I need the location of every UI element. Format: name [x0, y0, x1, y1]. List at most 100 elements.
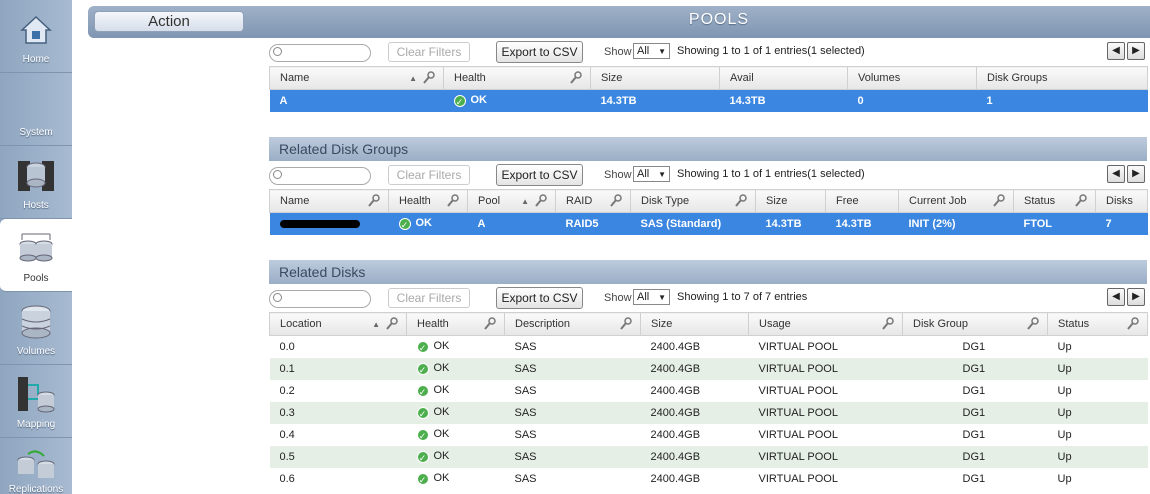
dg-search-input[interactable] [269, 167, 371, 185]
cell-description: SAS [504, 357, 641, 380]
table-row[interactable]: 0.4 ✓ OK SAS 2400.4GB VIRTUAL POOL DG1 Up [270, 424, 1148, 446]
nav-system[interactable]: System [0, 73, 72, 146]
pools-icon [16, 229, 56, 269]
cell-size: 2400.4GB [650, 472, 701, 485]
disks-export-csv-button[interactable]: Export to CSV [496, 287, 583, 309]
col-header-disk-group[interactable]: Disk Group [902, 312, 1048, 336]
dg-clear-filters-button[interactable]: Clear Filters [388, 165, 470, 185]
search-icon [273, 47, 282, 56]
next-page-icon[interactable]: ▶ [1127, 288, 1145, 306]
pools-search-input[interactable] [269, 44, 371, 62]
cell-health: ✓ OK [407, 424, 505, 446]
dg-show-select[interactable]: All [633, 166, 670, 182]
col-header-name[interactable]: Name [269, 189, 389, 213]
cell-status: Up [1057, 428, 1072, 441]
col-header-disks[interactable]: Disks [1095, 189, 1148, 213]
col-header-disk-type[interactable]: Disk Type [630, 189, 756, 213]
cell-disk-group: DG1 [902, 357, 1048, 380]
table-row[interactable]: 0.3 ✓ OK SAS 2400.4GB VIRTUAL POOL DG1 Up [269, 401, 1148, 424]
disks-table-body: 0.0 ✓ OK SAS 2400.4GB VIRTUAL POOL DG1 Up 0.1 ✓ OK… [269, 336, 1148, 490]
col-header-size[interactable]: Size [640, 312, 749, 336]
disks-search-input[interactable] [269, 290, 371, 308]
prev-page-icon[interactable]: ◀ [1107, 165, 1125, 183]
dg-toolbar: Clear Filters Export to CSV Show All Sho… [269, 161, 1147, 189]
cell-location: 0.6 [279, 472, 295, 485]
col-header-raid[interactable]: RAID [555, 189, 631, 213]
show-label: Show [604, 46, 632, 58]
cell-disk-group: DG1 [962, 472, 986, 485]
table-row[interactable]: ✓ OK A RAID5 SAS (Standard) 14.3TB 14.3TB… [269, 212, 1148, 235]
next-page-icon[interactable]: ▶ [1127, 165, 1145, 183]
cell-health: ✓ OK [407, 380, 505, 402]
pools-entries-info: Showing 1 to 1 of 1 entries(1 selected) [677, 45, 865, 57]
dg-export-csv-button[interactable]: Export to CSV [496, 164, 583, 186]
disks-clear-filters-button[interactable]: Clear Filters [388, 288, 470, 308]
col-header-description[interactable]: Description [504, 312, 641, 336]
col-header-health[interactable]: Health [443, 66, 591, 90]
col-header-size[interactable]: Size [590, 66, 720, 90]
cell-disks: 7 [1095, 212, 1148, 235]
home-icon [16, 10, 56, 50]
nav-mapping[interactable]: Mapping [0, 365, 72, 438]
cell-location: 0.5 [269, 445, 407, 468]
cell-disk-groups: 1 [976, 89, 1148, 112]
pools-show-select[interactable]: All [633, 43, 670, 59]
pools-clear-filters-button[interactable]: Clear Filters [388, 42, 470, 62]
table-row[interactable]: 0.1 ✓ OK SAS 2400.4GB VIRTUAL POOL DG1 Up [269, 357, 1148, 380]
cell-health: ✓ OK [407, 336, 505, 358]
col-header-name[interactable]: Name ▲ [269, 66, 444, 90]
cell-status: Up [1047, 357, 1148, 380]
col-header-usage[interactable]: Usage [748, 312, 903, 336]
cell-disk-group: DG1 [962, 340, 986, 353]
ok-check-icon: ✓ [416, 473, 429, 485]
filter-key-icon [993, 194, 1005, 207]
col-header-disk-groups[interactable]: Disk Groups [976, 66, 1148, 90]
col-header-free[interactable]: Free [825, 189, 899, 213]
nav-label: Mapping [16, 419, 56, 430]
table-row[interactable]: 0.5 ✓ OK SAS 2400.4GB VIRTUAL POOL DG1 Up [269, 445, 1148, 468]
cell-health: ✓ OK [406, 357, 505, 380]
cell-size: 2400.4GB [650, 428, 701, 441]
col-header-avail[interactable]: Avail [719, 66, 848, 90]
table-row[interactable]: 0.0 ✓ OK SAS 2400.4GB VIRTUAL POOL DG1 Up [270, 336, 1148, 358]
col-header-health[interactable]: Health [406, 312, 505, 336]
cell-description: SAS [514, 472, 537, 485]
table-row[interactable]: 0.6 ✓ OK SAS 2400.4GB VIRTUAL POOL DG1 Up [270, 468, 1148, 490]
prev-page-icon[interactable]: ◀ [1107, 42, 1125, 60]
prev-page-icon[interactable]: ◀ [1107, 288, 1125, 306]
top-bar: Action POOLS [88, 6, 1150, 38]
cell-pool: A [467, 212, 556, 235]
table-row[interactable]: A ✓ OK 14.3TB 14.3TB 0 1 [269, 89, 1148, 112]
col-header-health[interactable]: Health [388, 189, 468, 213]
col-header-pool[interactable]: Pool ▲ [467, 189, 556, 213]
cell-disk-group: DG1 [902, 401, 1048, 424]
pools-pager: ◀ ▶ [1107, 42, 1145, 60]
nav-hosts[interactable]: Hosts [0, 146, 72, 219]
cell-status: FTOL [1013, 212, 1096, 235]
nav-pools[interactable]: Pools [0, 219, 72, 292]
col-header-volumes[interactable]: Volumes [847, 66, 977, 90]
nav-volumes[interactable]: Volumes [0, 292, 72, 365]
col-header-current-job[interactable]: Current Job [898, 189, 1014, 213]
pools-export-csv-button[interactable]: Export to CSV [496, 41, 583, 63]
cell-volumes: 0 [847, 89, 977, 112]
table-row[interactable]: 0.2 ✓ OK SAS 2400.4GB VIRTUAL POOL DG1 Up [270, 380, 1148, 402]
disks-show-select[interactable]: All [633, 289, 670, 305]
dg-pager: ◀ ▶ [1107, 165, 1145, 183]
col-header-location[interactable]: Location ▲ [269, 312, 407, 336]
ok-check-icon: ✓ [416, 385, 429, 397]
ok-check-icon: ✓ [416, 451, 429, 463]
col-header-status[interactable]: Status [1047, 312, 1148, 336]
cell-free: 14.3TB [825, 212, 899, 235]
cell-usage: VIRTUAL POOL [748, 445, 903, 468]
next-page-icon[interactable]: ▶ [1127, 42, 1145, 60]
disks-table: Location ▲ Health Description Size Usage … [269, 312, 1148, 490]
col-header-size[interactable]: Size [755, 189, 826, 213]
disk-groups-section: Related Disk Groups Clear Filters Export… [269, 137, 1148, 235]
left-nav: Home System Hosts Pools Volumes Mapping … [0, 0, 72, 494]
ok-check-icon: ✓ [416, 407, 429, 419]
cell-size: 14.3TB [590, 89, 720, 112]
col-header-status[interactable]: Status [1013, 189, 1096, 213]
nav-replications[interactable]: Replications [0, 438, 72, 494]
nav-home[interactable]: Home [0, 0, 72, 73]
